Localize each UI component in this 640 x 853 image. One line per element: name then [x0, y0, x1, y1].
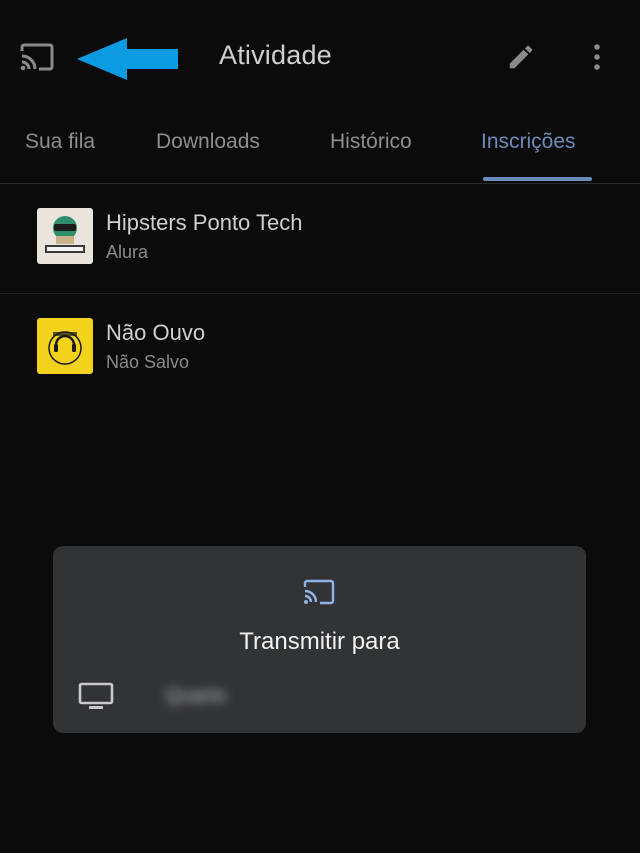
subscription-author: Não Salvo — [106, 352, 190, 372]
more-options-button[interactable] — [580, 40, 614, 74]
tab-sua-fila[interactable]: Sua fila — [25, 130, 95, 154]
list-item[interactable]: Hipsters Ponto Tech Alura — [0, 184, 640, 294]
pencil-icon — [509, 45, 533, 69]
app-bar: Atividade — [0, 0, 640, 115]
nao-ouvo-podcast-thumbnail — [37, 318, 93, 374]
tab-inscricoes[interactable]: Inscrições — [481, 130, 576, 154]
cast-device-item[interactable]: Quarto — [78, 680, 558, 714]
cast-device-name: Quarto — [165, 685, 227, 707]
page-title: Atividade — [219, 40, 332, 70]
tab-bar: Sua fila Downloads Histórico Inscrições — [0, 115, 640, 184]
edit-button[interactable] — [504, 40, 538, 74]
tab-downloads[interactable]: Downloads — [156, 130, 260, 154]
hipsters-podcast-thumbnail — [37, 208, 93, 264]
cast-button[interactable] — [17, 40, 57, 74]
subscriptions-list: Hipsters Ponto Tech Alura Não Ouvo Não S… — [0, 184, 640, 403]
list-item[interactable]: Não Ouvo Não Salvo — [0, 294, 640, 403]
subscription-title: Não Ouvo — [106, 320, 206, 345]
subscription-author: Alura — [106, 242, 149, 262]
cast-icon — [20, 43, 54, 71]
cast-icon — [303, 579, 335, 605]
cast-dialog: Transmitir para Quarto — [53, 546, 586, 733]
subscription-title: Hipsters Ponto Tech — [106, 210, 303, 235]
active-tab-indicator — [483, 177, 592, 181]
arrow-left-icon — [77, 38, 178, 80]
more-vert-icon — [594, 44, 600, 70]
cast-dialog-title: Transmitir para — [239, 628, 400, 655]
tab-historico[interactable]: Histórico — [330, 130, 412, 154]
tv-icon — [78, 682, 114, 709]
